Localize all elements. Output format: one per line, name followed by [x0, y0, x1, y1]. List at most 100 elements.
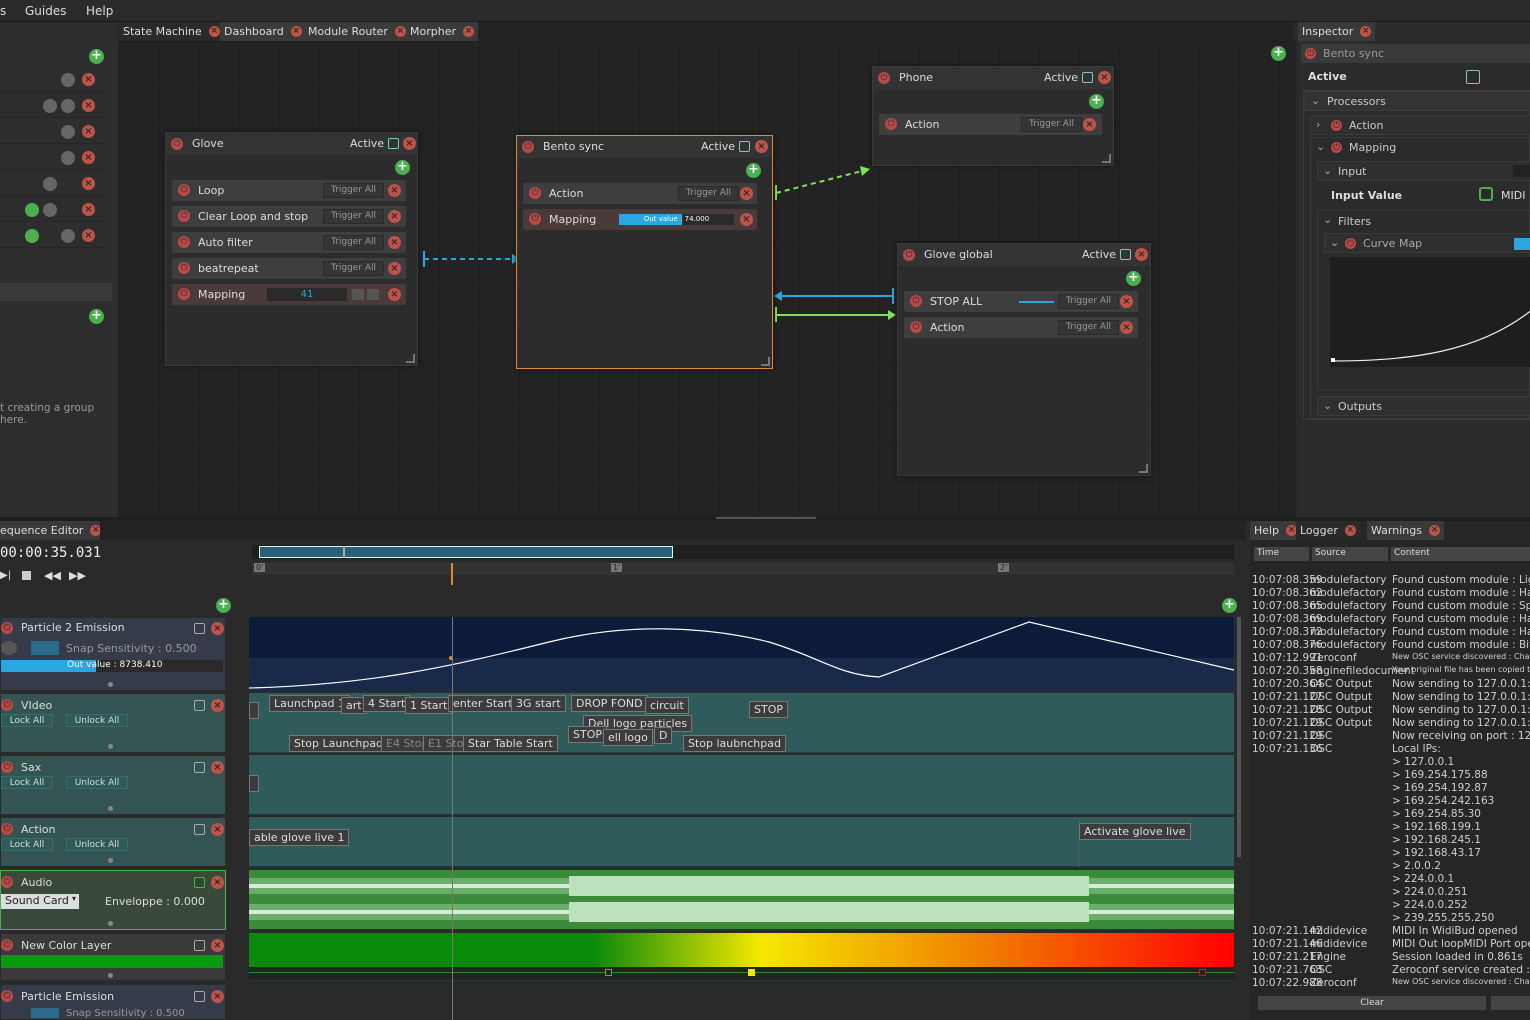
layer-video[interactable]: ⏻ VIdeo × Lock All Unlock All — [0, 693, 226, 753]
trigger-block[interactable]: 4 Start — [363, 695, 411, 712]
remove-icon[interactable]: × — [1083, 118, 1096, 131]
add-processor-button[interactable]: + — [1126, 271, 1141, 286]
outputs-section[interactable]: ⌄ Outputs — [1317, 396, 1530, 416]
audio-device-select[interactable]: Sound Card ▾ — [1, 894, 79, 909]
log-row[interactable]: 10:07:08.359 modulefactory Found custom mo… — [1252, 574, 1530, 587]
power-icon[interactable]: ⏻ — [1331, 120, 1342, 131]
trigger-block[interactable]: DROP FOND — [571, 695, 648, 712]
vertical-scrollbar[interactable] — [1237, 617, 1241, 857]
close-icon[interactable]: × — [211, 622, 224, 635]
trigger-all-button[interactable]: Trigger All — [678, 186, 740, 201]
input-section[interactable]: ⌄ Input — [1317, 161, 1530, 181]
power-icon[interactable]: ⏻ — [878, 72, 890, 84]
unlock-all-button[interactable]: Unlock All — [66, 714, 128, 727]
log-row[interactable]: > 127.0.0.1 — [1252, 756, 1530, 769]
timeline-overview[interactable] — [252, 545, 1234, 559]
automation-curve[interactable] — [249, 617, 1234, 691]
log-row[interactable]: 10:07:21.217 Engine Session loaded in 0.86… — [1252, 951, 1530, 964]
log-row[interactable]: > 192.168.245.1 — [1252, 834, 1530, 847]
power-icon[interactable]: ⏻ — [903, 249, 915, 261]
resize-handle[interactable] — [406, 354, 415, 363]
mapping-value-slider[interactable]: 41 — [267, 288, 347, 301]
trigger-block[interactable]: ell logo — [603, 729, 653, 746]
power-icon[interactable]: ⏻ — [522, 141, 534, 153]
log-row[interactable]: > 169.254.85.30 — [1252, 808, 1530, 821]
close-icon[interactable]: × — [211, 990, 224, 1003]
active-checkbox[interactable] — [1120, 249, 1131, 260]
curve-map-filter[interactable]: ⌄ ⏻ Curve Map — [1324, 233, 1530, 253]
log-row[interactable]: 10:07:21.142 mididevice MIDI In WidiBud op… — [1252, 925, 1530, 938]
close-icon[interactable]: × — [211, 761, 224, 774]
trigger-all-button[interactable]: Trigger All — [323, 235, 385, 250]
power-icon[interactable]: ⏻ — [178, 236, 190, 248]
power-icon[interactable]: ⏻ — [1, 622, 13, 634]
logger-col-content[interactable]: Content — [1391, 547, 1530, 561]
processors-header[interactable]: ⌄ Processors — [1304, 91, 1530, 111]
remove-icon[interactable]: × — [388, 210, 401, 223]
state-node-bento-sync[interactable]: ⏻ Bento sync Active × + ⏻ Action Trigger… — [516, 135, 773, 369]
power-icon[interactable]: ⏻ — [1, 823, 13, 835]
log-row[interactable]: 10:07:21.129 OSC Now receiving on port : 1… — [1252, 730, 1530, 743]
curve-map-graph[interactable] — [1330, 257, 1530, 367]
playhead-marker[interactable] — [451, 563, 453, 585]
log-row[interactable]: 10:07:21.146 mididevice MIDI Out loopMIDI … — [1252, 938, 1530, 951]
power-icon[interactable]: ⏻ — [178, 210, 190, 222]
processor-row[interactable]: ⏻ Action Trigger All × — [879, 114, 1102, 135]
log-row[interactable]: 10:07:20.358 enginefiledocument Your origi… — [1252, 665, 1530, 678]
processor-row[interactable]: ⏻ Action Trigger All × — [904, 317, 1138, 338]
layer-audio[interactable]: ⏻ Audio × Sound Card ▾ Enveloppe : 0.000 — [0, 870, 226, 930]
tab-logger[interactable]: Logger × — [1296, 521, 1360, 540]
power-icon[interactable]: ⏻ — [910, 321, 922, 333]
color-key[interactable] — [748, 969, 755, 976]
close-icon[interactable]: × — [755, 140, 768, 153]
tab-help[interactable]: Help × — [1250, 521, 1302, 540]
trigger-block[interactable]: Stop laubnchpad — [683, 735, 786, 752]
close-icon[interactable]: × — [211, 823, 224, 836]
close-icon[interactable]: × — [211, 699, 224, 712]
processor-row[interactable]: ⏻ Clear Loop and stop Trigger All × — [172, 206, 406, 227]
log-row[interactable]: 10:07:21.763 OSC Zeroconf service created … — [1252, 964, 1530, 977]
input-value-source[interactable]: MIDI — [1501, 189, 1525, 202]
trigger-block[interactable]: Activate glove live — [1079, 823, 1191, 840]
log-row[interactable]: > 2.0.0.2 — [1252, 860, 1530, 873]
layer-checkbox[interactable] — [194, 940, 205, 951]
power-icon[interactable]: ⏻ — [178, 184, 190, 196]
remove-icon[interactable]: × — [388, 184, 401, 197]
clear-button[interactable]: Clear — [1258, 996, 1486, 1010]
sax-trigger-track[interactable] — [249, 755, 1234, 815]
power-icon[interactable]: ⏻ — [1, 876, 13, 888]
prev-icon[interactable]: ◀◀ — [44, 569, 61, 582]
log-row[interactable]: > 169.254.242.163 — [1252, 795, 1530, 808]
close-icon[interactable]: × — [1344, 525, 1356, 536]
trigger-block[interactable]: Launchpad 1 — [269, 695, 351, 712]
tab-warnings[interactable]: Warnings × — [1367, 521, 1444, 540]
next-icon[interactable]: ▶▶ — [69, 569, 86, 582]
play-icon[interactable]: ▶| — [0, 570, 11, 581]
trigger-all-button[interactable]: Trigger All — [323, 209, 385, 224]
timeline-view-window[interactable] — [259, 546, 673, 558]
remove-icon[interactable]: × — [1120, 321, 1133, 334]
processor-row[interactable]: ⏻ beatrepeat Trigger All × — [172, 258, 406, 279]
add-processor-button[interactable]: + — [1089, 94, 1104, 109]
resize-handle[interactable] — [1139, 464, 1148, 473]
secondary-button[interactable] — [1491, 996, 1530, 1010]
power-icon[interactable]: ⏻ — [1345, 238, 1356, 249]
unlock-all-button[interactable]: Unlock All — [66, 776, 128, 789]
mapping-plus-button[interactable] — [367, 289, 379, 300]
trigger-block[interactable] — [249, 775, 259, 792]
trigger-all-button[interactable]: Trigger All — [1021, 117, 1083, 132]
unlock-all-button[interactable]: Unlock All — [66, 838, 128, 851]
lock-all-button[interactable]: Lock All — [1, 838, 53, 851]
power-icon[interactable]: ⏻ — [1331, 142, 1342, 153]
trigger-block[interactable]: circuit — [645, 697, 689, 714]
active-checkbox[interactable] — [388, 138, 399, 149]
processor-row[interactable]: ⏻ Action Trigger All × — [523, 183, 757, 204]
snap-sensitivity[interactable]: Snap Sensitivity : 0.500 — [66, 1008, 185, 1019]
trigger-block[interactable]: Stop Launchpad — [289, 735, 389, 752]
add-processor-button[interactable]: + — [395, 160, 410, 175]
trigger-block[interactable]: able glove live 1 — [249, 829, 350, 846]
snap-sensitivity[interactable]: Snap Sensitivity : 0.500 — [66, 642, 197, 655]
power-icon[interactable]: ⏻ — [1, 699, 13, 711]
mapping-minus-button[interactable] — [352, 289, 364, 300]
trigger-all-button[interactable]: Trigger All — [1058, 320, 1120, 335]
